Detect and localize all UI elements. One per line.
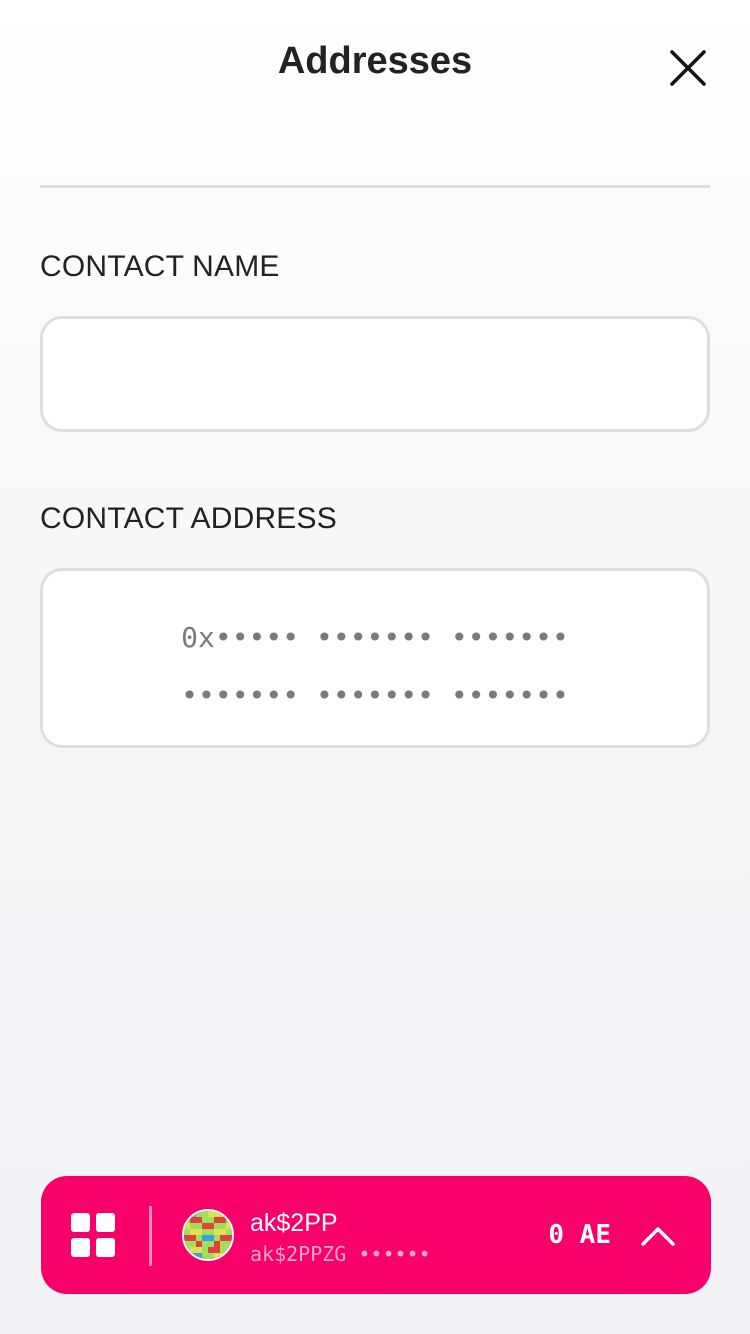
expand-account-button[interactable] [639, 1218, 677, 1252]
header: Addresses [0, 0, 750, 130]
apps-button[interactable] [71, 1213, 115, 1257]
account-address: ak$2PPZG •••••• [250, 1242, 431, 1266]
identicon-icon [184, 1211, 232, 1259]
contact-address-field[interactable]: 0x••••• ••••••• ••••••• ••••••• ••••••• … [40, 568, 710, 748]
account-balance: 0 AE [548, 1220, 611, 1250]
contact-address-label: CONTACT ADDRESS [40, 502, 337, 535]
header-divider [40, 185, 710, 188]
contact-name-label: CONTACT NAME [40, 250, 280, 283]
grid-icon [71, 1213, 115, 1257]
close-button[interactable] [664, 44, 712, 92]
page-title: Addresses [277, 40, 473, 82]
contact-name-input[interactable] [43, 319, 707, 429]
account-bar-separator [149, 1206, 152, 1266]
account-bar[interactable]: ak$2PP ak$2PPZG •••••• 0 AE [41, 1176, 711, 1294]
close-icon [670, 50, 706, 86]
account-name: ak$2PP [250, 1209, 338, 1237]
address-placeholder-line-2: ••••••• ••••••• ••••••• [181, 679, 569, 712]
account-avatar [182, 1209, 234, 1261]
contact-address-placeholder: 0x••••• ••••••• ••••••• ••••••• ••••••• … [43, 609, 707, 725]
contact-name-field-box[interactable] [40, 316, 710, 432]
address-placeholder-line-1: 0x••••• ••••••• ••••••• [181, 621, 569, 654]
chevron-up-icon [641, 1227, 675, 1246]
